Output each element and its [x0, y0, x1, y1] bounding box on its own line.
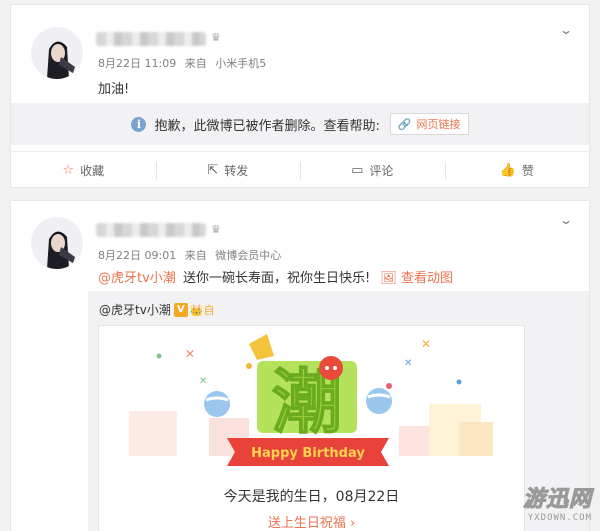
weibo-card-2: ♛ 8月22日 09:01 来自 微博会员中心 ⌄ @虎牙tv小潮 送你一碗长寿…	[10, 200, 590, 531]
webpage-link-label: 网页链接	[416, 118, 461, 131]
svg-text:✕: ✕	[421, 337, 431, 351]
repost-icon: ⇱	[207, 163, 219, 178]
from-label: 来自	[184, 57, 207, 70]
repost-button[interactable]: ⇱ 转发	[155, 152, 301, 189]
watermark-logo: 游迅网	[522, 487, 592, 513]
favorite-button[interactable]: ☆ 收藏	[11, 152, 156, 189]
chevron-down-icon[interactable]: ⌄	[559, 213, 573, 227]
source-name[interactable]: 微博会员中心	[215, 249, 281, 262]
action-bar: ☆ 收藏 ⇱ 转发 ▭ 评论 👍 赞	[11, 151, 589, 189]
deleted-notice: i 抱歉，此微博已被作者删除。查看帮助: 🔗 网页链接	[11, 103, 589, 145]
vip-badge: 👑自	[189, 303, 215, 317]
comment-icon: ▭	[351, 163, 364, 178]
svg-text:✕: ✕	[185, 347, 195, 361]
birthday-card[interactable]: ✕ ✕ ✕ ✕ 潮 Happy Birthday 今天是我的生日，08月22日 …	[98, 325, 525, 531]
webpage-link-button[interactable]: 🔗 网页链接	[389, 113, 469, 135]
post-meta: 8月22日 11:09 来自 小米手机5	[98, 55, 266, 71]
image-icon: 🖼	[380, 271, 397, 286]
star-icon: ☆	[62, 163, 75, 178]
avatar-image	[31, 27, 83, 79]
site-watermark: 游迅网 YXDOWN.COM	[522, 481, 592, 524]
post-body: 送你一碗长寿面，祝你生日快乐!	[182, 271, 371, 286]
crown-icon: ♛	[211, 223, 221, 236]
post-text: @虎牙tv小潮 送你一碗长寿面，祝你生日快乐! 🖼 查看动图	[98, 267, 453, 286]
post-meta: 8月22日 09:01 来自 微博会员中心	[98, 247, 281, 263]
comment-label: 评论	[369, 164, 394, 178]
mention-link[interactable]: @虎牙tv小潮	[98, 271, 176, 286]
reposted-content: @虎牙tv小潮 V 👑自 ✕ ✕ ✕ ✕ 潮 Happy Birthday 今天…	[88, 291, 589, 531]
card-banner: Happy Birthday	[251, 446, 365, 461]
deleted-notice-text: 抱歉，此微博已被作者删除。查看帮助:	[154, 118, 380, 134]
avatar[interactable]	[31, 27, 83, 79]
repost-author: @虎牙tv小潮 V 👑自	[99, 301, 215, 318]
verified-badge: V	[173, 302, 188, 317]
birthday-message: 今天是我的生日，08月22日	[223, 489, 400, 505]
favorite-label: 收藏	[80, 164, 105, 178]
repost-author-name[interactable]: @虎牙tv小潮	[99, 301, 171, 318]
post-text: 加油!	[98, 82, 130, 97]
link-icon: 🔗	[397, 117, 412, 131]
vip-badge-label: 自	[203, 303, 215, 317]
post-date[interactable]: 8月22日 11:09	[98, 57, 176, 70]
post-date[interactable]: 8月22日 09:01	[98, 249, 176, 262]
avatar-image	[31, 217, 83, 269]
user-name-blurred[interactable]	[96, 32, 206, 46]
from-label: 来自	[184, 249, 207, 262]
view-animation-label: 查看动图	[400, 271, 453, 286]
device-name[interactable]: 小米手机5	[215, 57, 266, 70]
info-icon: i	[131, 116, 147, 132]
svg-text:✕: ✕	[199, 376, 207, 387]
watermark-domain: YXDOWN.COM	[527, 513, 592, 523]
like-button[interactable]: 👍 赞	[444, 152, 590, 189]
weibo-card-1: ♛ 8月22日 11:09 来自 小米手机5 ⌄ 加油! i 抱歉，此微博已被作…	[10, 4, 590, 188]
birthday-illustration: ✕ ✕ ✕ ✕ 潮 Happy Birthday	[129, 334, 493, 466]
comment-button[interactable]: ▭ 评论	[300, 152, 445, 189]
send-birthday-wishes-link[interactable]: 送上生日祝福 ›	[99, 512, 524, 531]
thumbs-up-icon: 👍	[499, 163, 516, 178]
crown-icon: ♛	[211, 31, 221, 44]
avatar[interactable]	[31, 217, 83, 269]
like-label: 赞	[521, 164, 534, 178]
view-animation-link[interactable]: 🖼 查看动图	[380, 271, 453, 286]
repost-label: 转发	[224, 164, 249, 178]
user-name-blurred[interactable]	[96, 223, 206, 237]
svg-text:✕: ✕	[404, 358, 412, 369]
chevron-down-icon[interactable]: ⌄	[559, 23, 573, 37]
